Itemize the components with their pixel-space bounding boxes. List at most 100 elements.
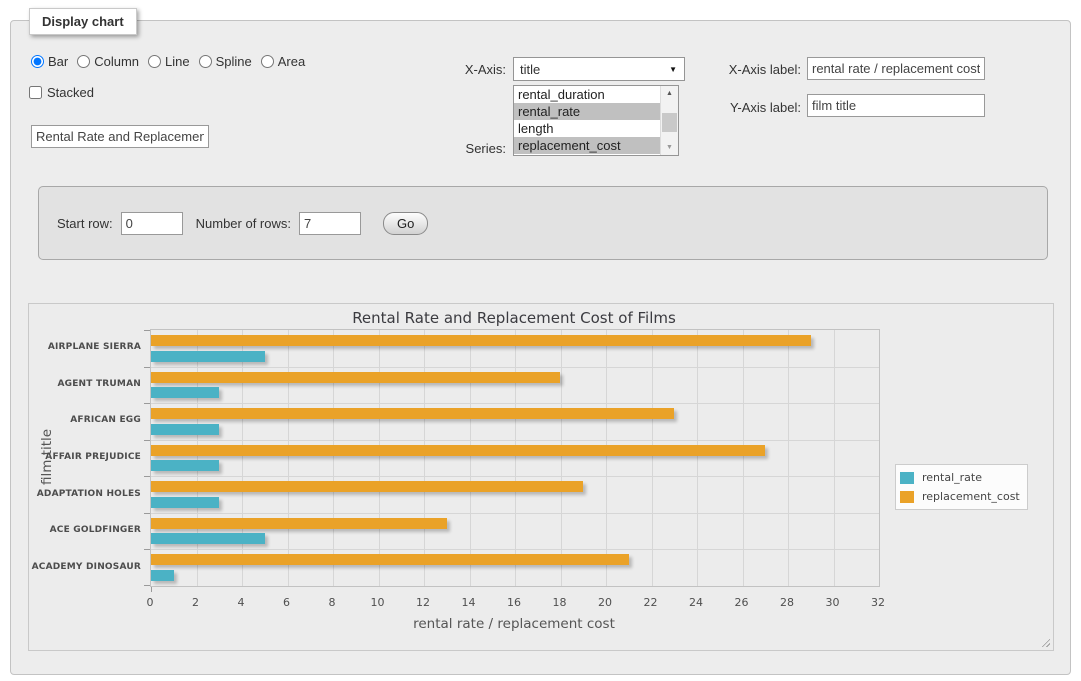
y-axis-label-label: Y-Axis label: — [651, 100, 801, 115]
panel-title: Display chart — [29, 8, 137, 35]
gridline-vertical — [470, 330, 471, 586]
num-rows-input[interactable] — [299, 212, 361, 235]
series-option-replacement_cost[interactable]: replacement_cost — [514, 137, 661, 154]
legend-label: rental_rate — [922, 471, 982, 484]
display-chart-panel: Display chart BarColumnLineSplineArea St… — [10, 20, 1071, 675]
listbox-scrollbar[interactable]: ▲ ▼ — [660, 86, 678, 155]
gridline-vertical — [606, 330, 607, 586]
resize-grip-icon[interactable] — [1039, 636, 1050, 647]
bar-rental_rate — [151, 351, 265, 362]
series-listbox[interactable]: rental_durationrental_ratelengthreplacem… — [513, 85, 679, 156]
plot-area — [150, 329, 880, 587]
y-axis-tick-mark — [144, 549, 150, 550]
row-range-panel: Start row: Number of rows: Go — [38, 186, 1048, 260]
x-axis-label-input[interactable] — [807, 57, 985, 80]
legend-item: replacement_cost — [900, 487, 1020, 506]
bar-rental_rate — [151, 497, 219, 508]
num-rows-label: Number of rows: — [196, 216, 291, 231]
scroll-up-icon[interactable]: ▲ — [661, 86, 678, 101]
x-axis-selected-value: title — [520, 62, 540, 77]
y-category-label: ACE GOLDFINGER — [31, 512, 141, 549]
stacked-option[interactable]: Stacked — [29, 85, 94, 100]
chart-type-radio-column[interactable] — [77, 55, 90, 68]
x-tick-label: 16 — [494, 596, 534, 609]
bar-rental_rate — [151, 387, 219, 398]
x-tick-label: 26 — [722, 596, 762, 609]
stacked-checkbox[interactable] — [29, 86, 42, 99]
series-select-label: Series: — [431, 141, 506, 156]
gridline-vertical — [561, 330, 562, 586]
y-category-label: AFFAIR PREJUDICE — [31, 439, 141, 476]
gridline-horizontal — [151, 403, 879, 404]
series-option-length[interactable]: length — [514, 120, 661, 137]
chart-type-option-line[interactable]: Line — [148, 54, 190, 69]
bar-replacement_cost — [151, 335, 811, 346]
gridline-vertical — [333, 330, 334, 586]
y-category-label: AGENT TRUMAN — [31, 366, 141, 403]
chart-type-option-bar[interactable]: Bar — [31, 54, 68, 69]
scrollbar-thumb[interactable] — [662, 113, 677, 132]
y-category-label: ADAPTATION HOLES — [31, 475, 141, 512]
y-axis-tick-mark — [144, 403, 150, 404]
chart-type-radio-group: Bar Column Line Spline Area — [31, 54, 314, 69]
bar-replacement_cost — [151, 554, 629, 565]
y-axis-tick-mark — [144, 585, 150, 586]
legend-item: rental_rate — [900, 468, 1020, 487]
y-axis-label-input[interactable] — [807, 94, 985, 117]
x-axis-select-label: X-Axis: — [431, 62, 506, 77]
gridline-vertical — [242, 330, 243, 586]
bar-replacement_cost — [151, 445, 765, 456]
x-tick-label: 24 — [676, 596, 716, 609]
go-button[interactable]: Go — [383, 212, 428, 235]
y-axis-tick-mark — [144, 367, 150, 368]
chart-type-radio-line[interactable] — [148, 55, 161, 68]
bar-rental_rate — [151, 570, 174, 581]
y-axis-tick-mark — [144, 440, 150, 441]
y-axis-tick-mark — [144, 513, 150, 514]
y-category-label: AIRPLANE SIERRA — [31, 329, 141, 366]
bar-rental_rate — [151, 460, 219, 471]
chart-x-axis-title: rental rate / replacement cost — [150, 616, 878, 632]
x-tick-label: 30 — [813, 596, 853, 609]
gridline-vertical — [697, 330, 698, 586]
gridline-vertical — [652, 330, 653, 586]
x-tick-label: 22 — [631, 596, 671, 609]
start-row-label: Start row: — [57, 216, 113, 231]
y-axis-tick-mark — [144, 330, 150, 331]
legend-label: replacement_cost — [922, 490, 1020, 503]
bar-rental_rate — [151, 533, 265, 544]
x-tick-label: 8 — [312, 596, 352, 609]
x-tick-label: 6 — [267, 596, 307, 609]
chart-type-option-spline[interactable]: Spline — [199, 54, 252, 69]
chart-legend: rental_rate replacement_cost — [895, 464, 1028, 510]
gridline-vertical — [424, 330, 425, 586]
chart-type-radio-area[interactable] — [261, 55, 274, 68]
gridline-horizontal — [151, 440, 879, 441]
scroll-down-icon[interactable]: ▼ — [661, 140, 678, 155]
gridline-horizontal — [151, 476, 879, 477]
gridline-vertical — [788, 330, 789, 586]
start-row-input[interactable] — [121, 212, 183, 235]
chart-container: Rental Rate and Replacement Cost of Film… — [28, 303, 1054, 651]
gridline-vertical — [743, 330, 744, 586]
gridline-vertical — [379, 330, 380, 586]
legend-swatch-rental_rate — [900, 472, 914, 484]
x-tick-label: 18 — [540, 596, 580, 609]
x-axis-zero-tick — [151, 587, 152, 592]
chart-type-radio-bar[interactable] — [31, 55, 44, 68]
x-tick-label: 20 — [585, 596, 625, 609]
chart-type-option-label: Area — [278, 54, 305, 69]
bar-replacement_cost — [151, 481, 583, 492]
series-option-rental_duration[interactable]: rental_duration — [514, 86, 661, 103]
chart-type-radio-spline[interactable] — [199, 55, 212, 68]
x-tick-label: 10 — [358, 596, 398, 609]
chart-type-option-column[interactable]: Column — [77, 54, 139, 69]
series-option-rental_rate[interactable]: rental_rate — [514, 103, 661, 120]
gridline-vertical — [288, 330, 289, 586]
chart-title-input[interactable] — [31, 125, 209, 148]
bar-rental_rate — [151, 424, 219, 435]
chart-type-option-label: Bar — [48, 54, 68, 69]
stacked-label: Stacked — [47, 85, 94, 100]
chart-type-option-area[interactable]: Area — [261, 54, 305, 69]
bar-replacement_cost — [151, 408, 674, 419]
